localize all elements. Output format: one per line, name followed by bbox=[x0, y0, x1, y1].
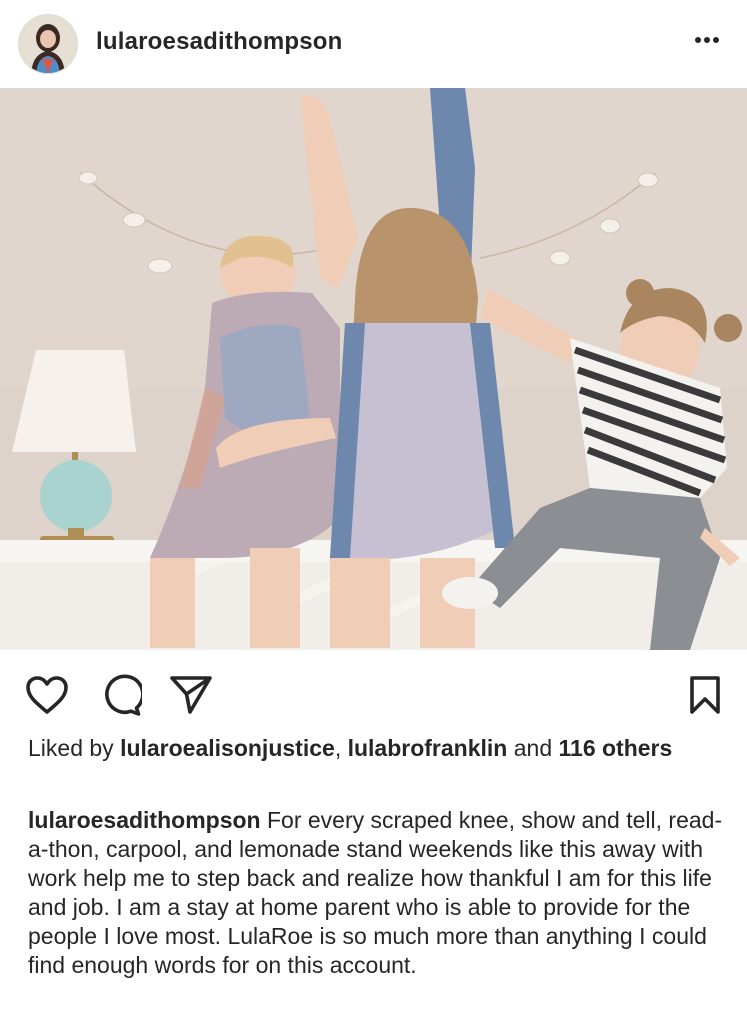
avatar-image bbox=[19, 15, 77, 73]
action-bar bbox=[0, 650, 747, 736]
avatar[interactable] bbox=[18, 14, 78, 74]
likes-separator: , bbox=[334, 735, 348, 761]
more-options-icon[interactable] bbox=[693, 26, 721, 54]
heart-icon[interactable] bbox=[24, 672, 70, 718]
post-caption: lularoesadithompson For every scraped kn… bbox=[28, 806, 728, 980]
caption-username[interactable]: lularoesadithompson bbox=[28, 807, 261, 833]
post-photo[interactable] bbox=[0, 88, 747, 650]
liker-username-1[interactable]: lularoealisonjustice bbox=[120, 735, 335, 761]
post-username[interactable]: lularoesadithompson bbox=[96, 28, 343, 56]
likes-prefix: Liked by bbox=[28, 735, 121, 761]
paper-plane-icon[interactable] bbox=[168, 672, 214, 718]
likes-and: and bbox=[507, 735, 559, 761]
likes-count[interactable]: 116 others bbox=[559, 735, 673, 761]
comment-bubble-icon[interactable] bbox=[98, 672, 144, 718]
post-header: lularoesadithompson bbox=[0, 0, 747, 88]
liker-username-2[interactable]: lulabrofranklin bbox=[348, 735, 508, 761]
likes-summary: Liked by lularoealisonjustice, lulabrofr… bbox=[28, 734, 718, 763]
bookmark-icon[interactable] bbox=[682, 672, 728, 718]
